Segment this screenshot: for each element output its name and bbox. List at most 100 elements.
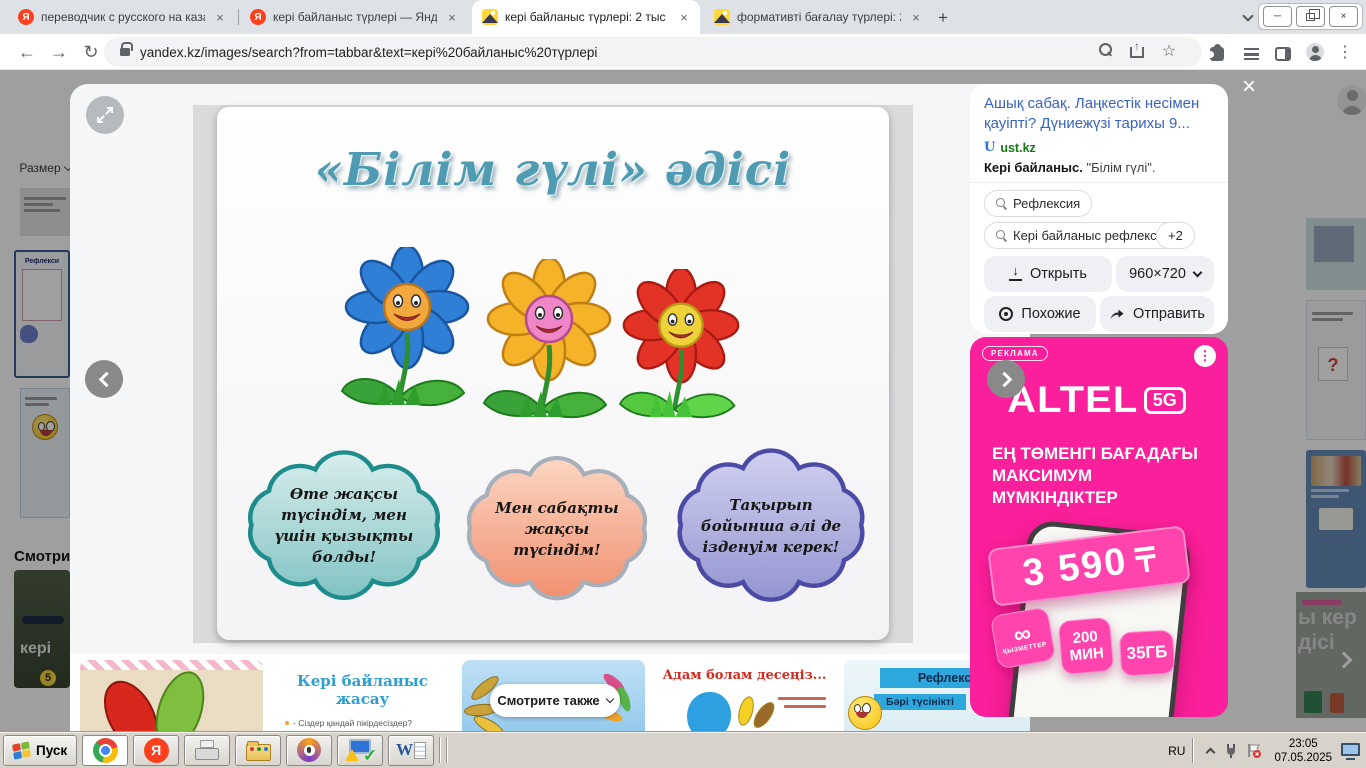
taskbar-monitor-button[interactable]: ✓: [337, 735, 383, 766]
related-thumbnail[interactable]: [80, 660, 263, 731]
related-thumbnail[interactable]: Адам болам десеңіз...: [653, 660, 836, 731]
altel-logo: ALTEL: [1007, 379, 1138, 421]
taskbar-security-button[interactable]: [286, 735, 332, 766]
image-info-panel: Ашық сабақ. Лаңкестік несімен қауіпті? Д…: [970, 84, 1228, 334]
security-orb-icon: [297, 738, 321, 762]
taskbar-word-button[interactable]: W: [388, 735, 434, 766]
blue-flower-illustration: [337, 247, 477, 422]
red-flower-illustration: [615, 269, 747, 433]
more-tags-button[interactable]: +2: [1156, 222, 1195, 249]
taskbar-clock[interactable]: 23:05 07.05.2025: [1274, 737, 1332, 765]
5g-badge: 5G: [1144, 387, 1186, 414]
thumbnail-title: Адам болам десеңіз...: [653, 668, 836, 683]
close-window-button[interactable]: ×: [1329, 6, 1358, 27]
send-label: Отправить: [1133, 306, 1205, 322]
browser-tab-bar: Я переводчик с русского на казахск × Я к…: [0, 0, 1366, 34]
tab-images-active[interactable]: кері байланыс түрлері: 2 тыс изоб ×: [472, 0, 700, 34]
tag-refleksiya[interactable]: Рефлексия: [984, 190, 1092, 217]
chevron-down-icon: [1192, 267, 1202, 277]
power-plug-icon[interactable]: [1224, 743, 1238, 758]
restore-icon: [1306, 13, 1315, 21]
viewed-image[interactable]: «Білім гүлі» әдісі: [217, 107, 889, 640]
browser-toolbar: ← → ↻ yandex.kz/images/search?from=tabba…: [0, 34, 1366, 70]
data-chip: 35ГБ: [1119, 630, 1175, 677]
see-also-button[interactable]: Смотрите также: [490, 684, 620, 717]
tag-keri-bailanys[interactable]: Кері байланыс рефлексия: [984, 222, 1183, 249]
show-desktop-icon[interactable]: [1340, 742, 1362, 760]
chevron-left-icon: [98, 371, 114, 387]
similar-images-button[interactable]: Похожие: [984, 296, 1096, 332]
taskbar-folder-button[interactable]: [235, 735, 281, 766]
back-button[interactable]: ←: [14, 39, 40, 65]
tray-divider: [1192, 738, 1194, 763]
chrome-icon: [93, 738, 118, 763]
new-tab-button[interactable]: +: [930, 5, 956, 31]
taskbar-chrome-button[interactable]: [82, 735, 128, 766]
tab-close-icon[interactable]: ×: [908, 10, 924, 25]
source-domain: ust.kz: [1000, 141, 1035, 155]
tab-close-icon[interactable]: ×: [212, 10, 228, 25]
taskbar-grip: [439, 737, 441, 763]
search-icon: [996, 230, 1007, 241]
divider: [970, 182, 1228, 183]
tab-title: кері байланыс түрлері: 2 тыс изоб: [505, 10, 669, 24]
image-viewer-modal: «Білім гүлі» әдісі: [70, 84, 1030, 731]
cloud-text: Тақырып бойынша әлі де ізденуім керек!: [661, 441, 881, 611]
tag-label: Кері байланыс рефлексия: [1013, 228, 1171, 243]
price-value: 3 590: [1020, 540, 1130, 595]
see-also-label: Смотрите также: [497, 693, 599, 708]
monitor-status-icon: ✓: [346, 738, 374, 762]
tab-search[interactable]: Я кері байланыс түрлері — Яндекс: н ×: [240, 0, 468, 34]
forward-button[interactable]: →: [46, 39, 72, 65]
taskbar-printer-button[interactable]: [184, 735, 230, 766]
profile-avatar-icon[interactable]: [1306, 43, 1324, 61]
ustkz-favicon: U: [984, 140, 995, 155]
snippet-rest: "Білім гүлі".: [1087, 160, 1156, 175]
slide-title: «Білім гүлі» әдісі: [217, 143, 889, 196]
restore-button[interactable]: [1296, 6, 1325, 27]
browser-menu-icon[interactable]: ⋮: [1336, 42, 1354, 60]
action-center-flag-icon[interactable]: [1246, 743, 1262, 758]
share-icon[interactable]: [1128, 43, 1146, 61]
tab-formative[interactable]: формативті бағалау түрлері: 2 ты ×: [704, 0, 932, 34]
page-content: Размер Рефлекси Смотрит кері 5 ?: [0, 70, 1366, 731]
extensions-puzzle-icon[interactable]: [1208, 44, 1226, 62]
open-image-button[interactable]: Открыть: [984, 256, 1112, 292]
send-button[interactable]: Отправить: [1100, 296, 1214, 332]
feedback-cloud-purple: Тақырып бойынша әлі де ізденуім керек!: [661, 441, 881, 611]
search-icon[interactable]: [1096, 43, 1114, 61]
resolution-label: 960×720: [1129, 266, 1186, 282]
word-icon: W: [396, 740, 426, 760]
tab-close-icon[interactable]: ×: [676, 10, 692, 25]
tab-list-chevron-icon[interactable]: [1242, 10, 1253, 21]
minimize-button[interactable]: ─: [1263, 6, 1292, 27]
ad-menu-icon[interactable]: ⋮: [1194, 345, 1216, 367]
similar-icon: [999, 307, 1013, 321]
next-image-button[interactable]: [987, 360, 1025, 398]
fullscreen-expand-button[interactable]: [86, 96, 124, 134]
tab-translator[interactable]: Я переводчик с русского на казахск ×: [8, 0, 236, 34]
hidden-icons-chevron[interactable]: [1206, 747, 1216, 757]
minutes-chip: 200 МИН: [1058, 617, 1115, 675]
source-row[interactable]: U ust.kz: [984, 140, 1036, 155]
bookmark-star-icon[interactable]: ☆: [1160, 43, 1178, 61]
resolution-dropdown[interactable]: 960×720: [1116, 256, 1214, 292]
side-panel-icon[interactable]: [1274, 44, 1292, 62]
previous-image-button[interactable]: [85, 360, 123, 398]
tab-close-icon[interactable]: ×: [444, 10, 460, 25]
tab-title: формативті бағалау түрлері: 2 ты: [737, 10, 901, 24]
reading-list-icon[interactable]: [1242, 44, 1260, 62]
result-title-link[interactable]: Ашық сабақ. Лаңкестік несімен қауіпті? Д…: [984, 94, 1212, 134]
address-bar[interactable]: yandex.kz/images/search?from=tabbar&text…: [104, 37, 1202, 67]
start-button[interactable]: Пуск: [3, 735, 77, 766]
close-viewer-button[interactable]: ×: [1236, 74, 1262, 100]
taskbar-yandex-button[interactable]: Я: [133, 735, 179, 766]
taskbar-grip: [446, 737, 448, 763]
window-controls: ─ ×: [1258, 3, 1363, 30]
viewer-image-area: «Білім гүлі» әдісі: [193, 105, 913, 643]
reload-button[interactable]: ↻: [78, 39, 104, 65]
start-label: Пуск: [36, 743, 67, 758]
related-thumbnail[interactable]: Кері байланыс жасау - Сіздер қандай пікі…: [271, 660, 454, 731]
time: 23:05: [1274, 737, 1332, 751]
language-indicator[interactable]: RU: [1168, 744, 1185, 758]
